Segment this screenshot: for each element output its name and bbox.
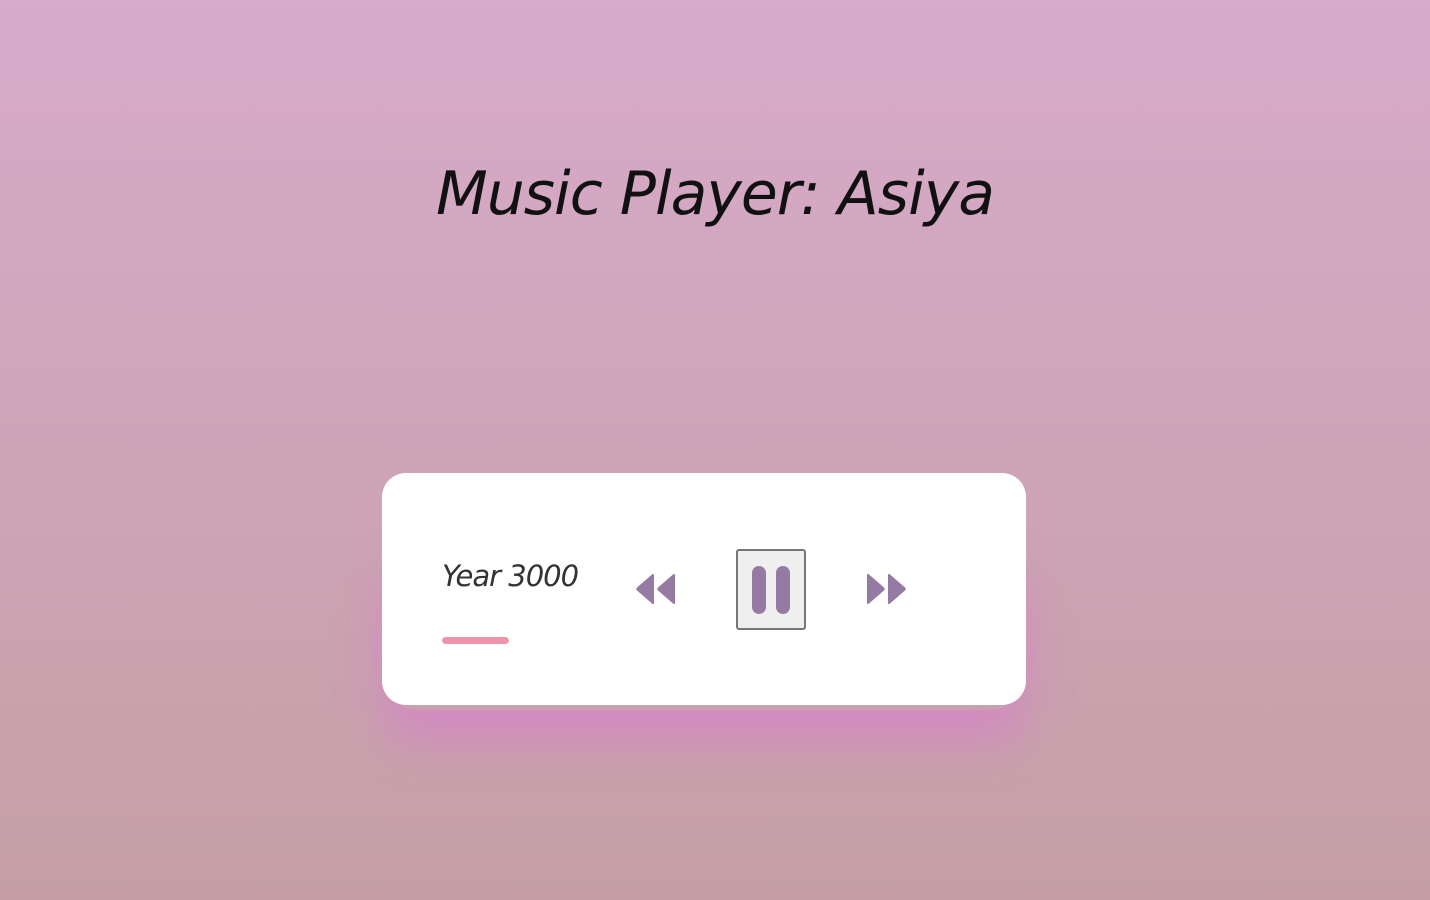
progress-bar[interactable] bbox=[442, 637, 509, 644]
track-title: Year 3000 bbox=[442, 559, 579, 593]
forward-icon bbox=[867, 573, 906, 605]
page-title: Music Player: Asiya bbox=[435, 159, 995, 229]
music-player-card: Year 3000 bbox=[382, 473, 1026, 705]
backward-icon bbox=[636, 573, 675, 605]
pause-icon bbox=[752, 565, 790, 614]
progress-fill bbox=[442, 637, 509, 644]
previous-track-button[interactable] bbox=[634, 571, 678, 607]
track-info: Year 3000 bbox=[442, 558, 602, 594]
next-track-button[interactable] bbox=[864, 571, 908, 607]
pause-button[interactable] bbox=[736, 549, 806, 630]
